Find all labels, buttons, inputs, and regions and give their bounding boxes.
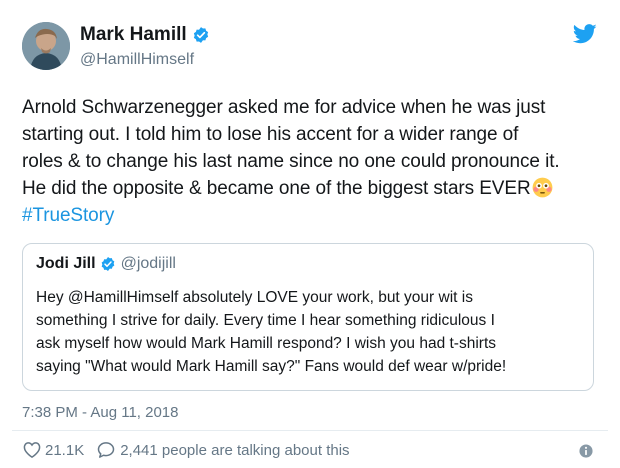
author-name-row: Mark Hamill (80, 24, 210, 46)
tweet-actions: 21.1K 2,441 people are talking about thi… (22, 440, 350, 460)
flushed-face-emoji-icon (532, 177, 552, 198)
heart-icon[interactable] (22, 440, 42, 460)
author-display-name[interactable]: Mark Hamill (80, 24, 187, 46)
like-count[interactable]: 21.1K (45, 442, 84, 459)
verified-badge-icon (101, 257, 114, 271)
avatar[interactable] (22, 22, 70, 70)
speech-bubble-icon[interactable] (96, 440, 116, 460)
quoted-text: Hey @HamillHimself absolutely LOVE your … (36, 286, 592, 378)
tweet-text: Arnold Schwarzenegger asked me for advic… (22, 94, 607, 229)
tweet-card: Mark Hamill @HamillHimself Arnold Schwar… (0, 0, 620, 468)
quoted-text-line: Hey @HamillHimself absolutely LOVE your … (36, 289, 473, 306)
tweet-text-line: roles & to change his last name since no… (22, 151, 560, 172)
info-icon[interactable] (579, 444, 593, 458)
author-handle[interactable]: @HamillHimself (80, 50, 194, 70)
tweet-text-line: He did the opposite & became one of the … (22, 178, 531, 199)
twitter-bird-icon[interactable] (573, 24, 597, 44)
quoted-handle: @jodijill (120, 255, 176, 272)
quoted-tweet[interactable]: Jodi Jill @jodijill Hey @HamillHimself a… (22, 243, 594, 391)
quoted-text-line: saying "What would Mark Hamill say?" Fan… (36, 358, 507, 375)
conversation-count[interactable]: 2,441 people are talking about this (120, 442, 349, 459)
quoted-display-name: Jodi Jill (36, 255, 96, 272)
tweet-text-line: Arnold Schwarzenegger asked me for advic… (22, 97, 546, 118)
tweet-text-line-with-emoji: He did the opposite & became one of the … (22, 175, 607, 202)
divider (12, 430, 608, 431)
hashtag-link[interactable]: #TrueStory (22, 202, 607, 229)
quoted-author-row: Jodi Jill @jodijill (36, 255, 176, 273)
verified-badge-icon (193, 27, 208, 43)
quoted-text-line: something I strive for daily. Every time… (36, 312, 495, 329)
quoted-text-line: ask myself how would Mark Hamill respond… (36, 335, 497, 352)
tweet-timestamp[interactable]: 7:38 PM - Aug 11, 2018 (22, 404, 179, 421)
avatar-image (22, 22, 70, 70)
tweet-text-line: starting out. I told him to lose his acc… (22, 124, 519, 145)
